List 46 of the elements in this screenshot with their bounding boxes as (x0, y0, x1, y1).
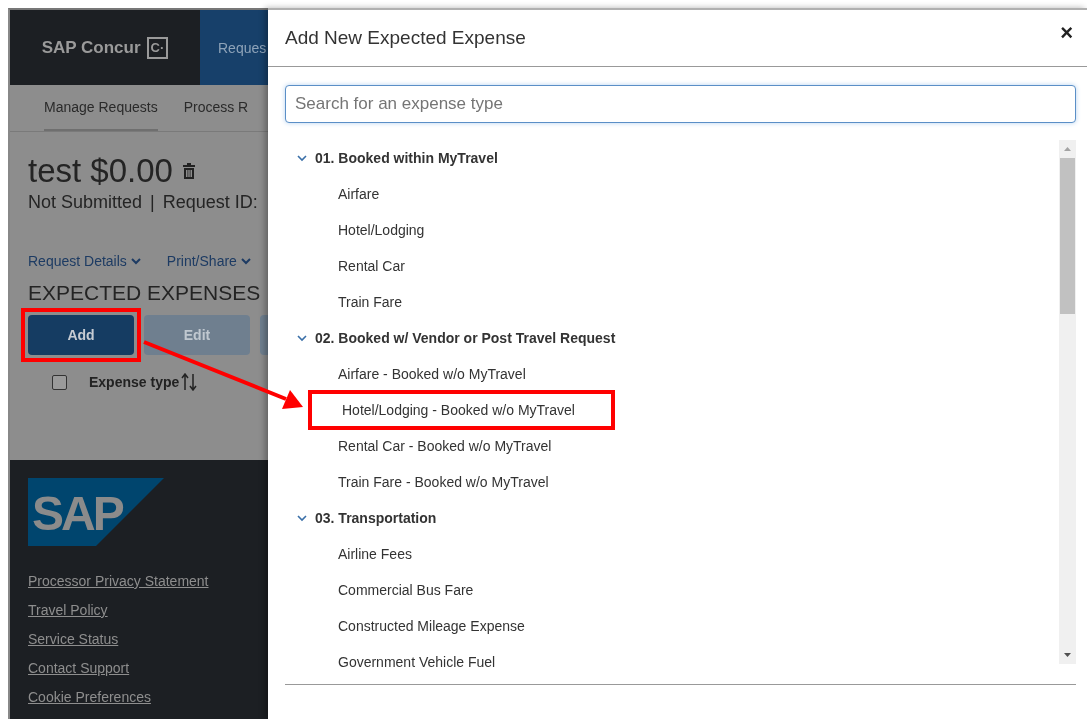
expense-type-item[interactable]: Airfare (338, 186, 380, 202)
brand-logo: C· (146, 36, 169, 59)
chevron-icon (240, 257, 251, 265)
select-all-checkbox[interactable] (52, 374, 67, 390)
expense-type-item[interactable]: Rental Car (338, 258, 405, 274)
expense-type-item[interactable]: Hotel/Lodging (338, 222, 425, 238)
close-button[interactable]: × (1056, 20, 1077, 46)
chevron-icon (130, 257, 141, 265)
sap-logo: SAP (28, 478, 164, 546)
toolbar-button[interactable]: Add (28, 315, 134, 355)
column-header[interactable]: Expense type (89, 374, 180, 390)
subnav-tab[interactable]: Process R (183, 85, 249, 131)
group-row[interactable]: 03. Transportation (285, 500, 1059, 536)
expense-type-item[interactable]: Government Vehicle Fuel (338, 654, 496, 668)
group-label: 01. Booked within MyTravel (315, 150, 498, 166)
expense-type-item[interactable]: Constructed Mileage Expense (338, 618, 525, 634)
expense-type-item[interactable]: Rental Car - Booked w/o MyTravel (338, 438, 552, 454)
expense-type-item[interactable]: Commercial Bus Fare (338, 582, 474, 598)
group-row[interactable]: 02. Booked w/ Vendor or Post Travel Request (285, 320, 1059, 356)
expense-type-item[interactable]: Train Fare - Booked w/o MyTravel (338, 474, 549, 490)
separator: | (150, 192, 155, 213)
expense-type-item[interactable]: Airfare - Booked w/o MyTravel (338, 366, 526, 382)
footer-link[interactable]: Service Status (28, 630, 268, 649)
brand-name: SAP Concur (41, 37, 141, 58)
footer-link[interactable]: Contact Support (28, 659, 268, 678)
group-label: 02. Booked w/ Vendor or Post Travel Request (315, 330, 616, 346)
action-dropdown[interactable]: Request Details (28, 253, 141, 269)
expense-type-item[interactable]: Hotel/Lodging - Booked w/o MyTravel (308, 390, 615, 430)
section-title: EXPECTED EXPENSES (28, 281, 262, 305)
sort-icon[interactable] (181, 373, 198, 391)
request-id: Request ID: (162, 192, 258, 213)
scrollbar[interactable] (1059, 140, 1076, 664)
request-title: test $0.00 (28, 152, 173, 190)
search-field[interactable]: Search for an expense type (285, 85, 1076, 123)
group-label: 03. Transportation (315, 510, 437, 526)
group-row[interactable]: 01. Booked within MyTravel (285, 140, 1059, 176)
trash-icon[interactable] (182, 163, 195, 179)
dialog-title: Add New Expected Expense (285, 27, 526, 49)
footer-link[interactable]: Cookie Preferences (28, 688, 268, 707)
nav-tab[interactable]: Reques (200, 10, 268, 85)
expense-type-item[interactable]: Train Fare (338, 294, 403, 310)
footer-link[interactable]: Travel Policy (28, 601, 268, 620)
request-status: Not Submitted (28, 192, 143, 213)
expense-type-item[interactable]: Airline Fees (338, 546, 412, 562)
subnav-tab[interactable]: Manage Requests (44, 85, 158, 131)
footer-link[interactable]: Processor Privacy Statement (28, 572, 268, 591)
